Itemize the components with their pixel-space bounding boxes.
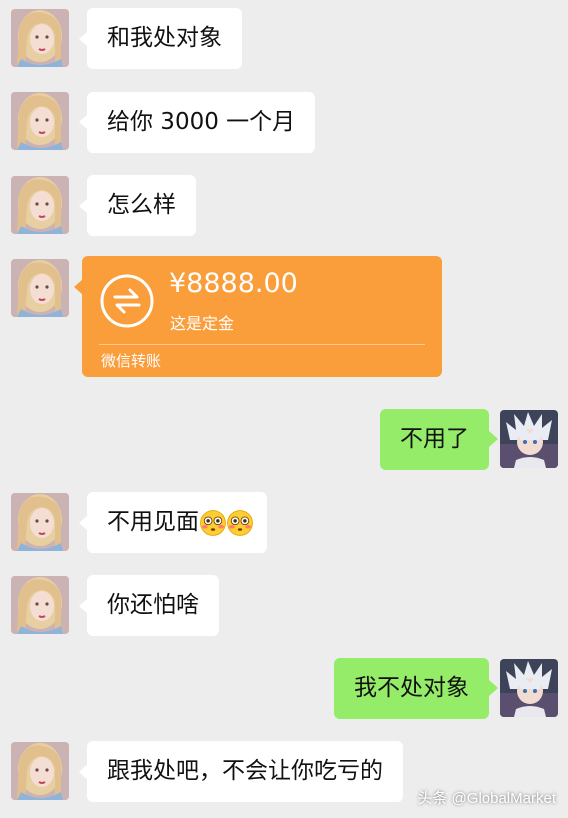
contact-avatar[interactable] bbox=[11, 576, 69, 634]
transfer-note: 这是定金 bbox=[170, 314, 235, 333]
contact-avatar[interactable] bbox=[11, 742, 69, 800]
message-text: 不用见面 bbox=[107, 509, 199, 535]
watermark: 头条 @GlobalMarket bbox=[417, 790, 556, 807]
message-bubble[interactable]: 和我处对象 bbox=[87, 8, 242, 69]
transfer-card[interactable]: ¥8888.00 这是定金 微信转账 bbox=[82, 256, 442, 377]
own-avatar[interactable] bbox=[500, 659, 558, 717]
flushed-face-emoji-icon bbox=[227, 509, 253, 536]
message-bubble[interactable]: 不用了 bbox=[380, 409, 489, 470]
divider bbox=[99, 344, 425, 345]
message-bubble[interactable]: 跟我处吧，不会让你吃亏的 bbox=[87, 741, 403, 802]
transfer-arrows-icon bbox=[100, 274, 154, 328]
bubble-tail bbox=[489, 431, 498, 447]
flushed-face-emoji-icon bbox=[200, 509, 226, 536]
own-avatar[interactable] bbox=[500, 410, 558, 468]
message-bubble[interactable]: 给你 3000 一个月 bbox=[87, 92, 316, 153]
contact-avatar[interactable] bbox=[11, 493, 69, 551]
message-bubble[interactable]: 你还怕啥 bbox=[87, 575, 219, 636]
bubble-tail bbox=[489, 680, 498, 696]
transfer-amount: ¥8888.00 bbox=[169, 268, 298, 299]
message-bubble[interactable]: 我不处对象 bbox=[334, 658, 489, 719]
transfer-footer: 微信转账 bbox=[101, 352, 162, 370]
contact-avatar[interactable] bbox=[11, 259, 69, 317]
contact-avatar[interactable] bbox=[11, 176, 69, 234]
contact-avatar[interactable] bbox=[11, 9, 69, 67]
contact-avatar[interactable] bbox=[11, 92, 69, 150]
message-bubble[interactable]: 怎么样 bbox=[87, 175, 196, 236]
message-bubble[interactable]: 不用见面 bbox=[87, 492, 267, 553]
chat-view: 和我处对象 给你 3000 一个月 怎么样 ¥8888.00 这是定金 微信转账… bbox=[0, 0, 568, 818]
